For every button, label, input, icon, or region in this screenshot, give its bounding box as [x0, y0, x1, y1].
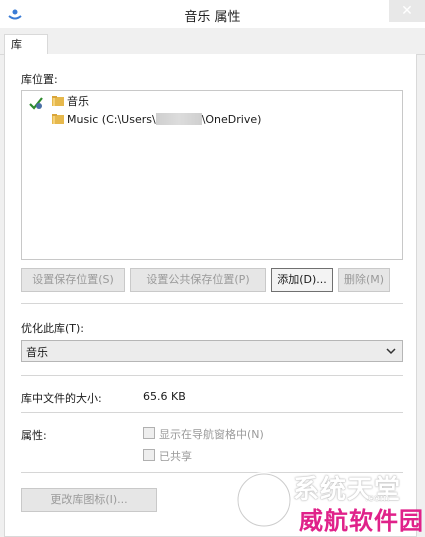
library-size-value: 65.6 KB — [143, 390, 186, 403]
list-item[interactable]: Music (C:\Users\ \OneDrive) — [52, 111, 261, 129]
tab-strip: 库 — [0, 28, 425, 55]
divider — [21, 412, 403, 413]
set-save-location-button[interactable]: 设置保存位置(S) — [21, 268, 125, 292]
divider — [21, 375, 403, 376]
checkbox-label: 已共享 — [159, 450, 192, 463]
set-public-save-location-button[interactable]: 设置公共保存位置(P) — [130, 268, 266, 292]
redacted-username — [155, 113, 202, 125]
change-library-icon-button[interactable]: 更改库图标(I)... — [21, 488, 157, 512]
optimize-label: 优化此库(T): — [21, 322, 85, 335]
list-item-label-suffix: \OneDrive) — [201, 113, 262, 126]
checkbox-label: 显示在导航窗格中(N) — [159, 428, 264, 441]
library-panel: 库位置: 音乐 Music (C:\Users\ \OneDrive) 设置保存位… — [4, 54, 417, 537]
add-location-button[interactable]: 添加(D)... — [271, 268, 333, 292]
library-size-label: 库中文件的大小: — [21, 392, 102, 405]
window-title: 音乐 属性 — [184, 10, 241, 25]
checkbox-box[interactable] — [143, 427, 155, 439]
list-item-label-prefix: Music (C:\Users\ — [67, 113, 156, 126]
remove-location-button[interactable]: 删除(M) — [338, 268, 390, 292]
checkbox-box[interactable] — [143, 449, 155, 461]
folder-icon — [52, 96, 64, 106]
folder-icon — [52, 114, 64, 124]
list-item-label: 音乐 — [67, 95, 89, 108]
optimize-select[interactable]: 音乐 — [21, 340, 403, 362]
divider — [21, 303, 403, 304]
list-item[interactable]: 音乐 — [52, 93, 89, 111]
divider — [21, 472, 403, 473]
title-bar: 音乐 属性 ✕ — [0, 0, 425, 28]
default-save-location-icon — [29, 97, 43, 110]
library-locations-list[interactable]: 音乐 Music (C:\Users\ \OneDrive) — [21, 90, 403, 260]
show-in-navigation-checkbox[interactable]: 显示在导航窗格中(N) — [143, 426, 264, 442]
optimize-select-value: 音乐 — [26, 346, 48, 359]
chevron-down-icon — [386, 348, 396, 355]
library-locations-label: 库位置: — [21, 73, 58, 86]
close-button[interactable]: ✕ — [389, 0, 425, 22]
tab-library[interactable]: 库 — [4, 34, 48, 54]
attributes-label: 属性: — [21, 429, 47, 442]
shared-checkbox[interactable]: 已共享 — [143, 448, 192, 464]
